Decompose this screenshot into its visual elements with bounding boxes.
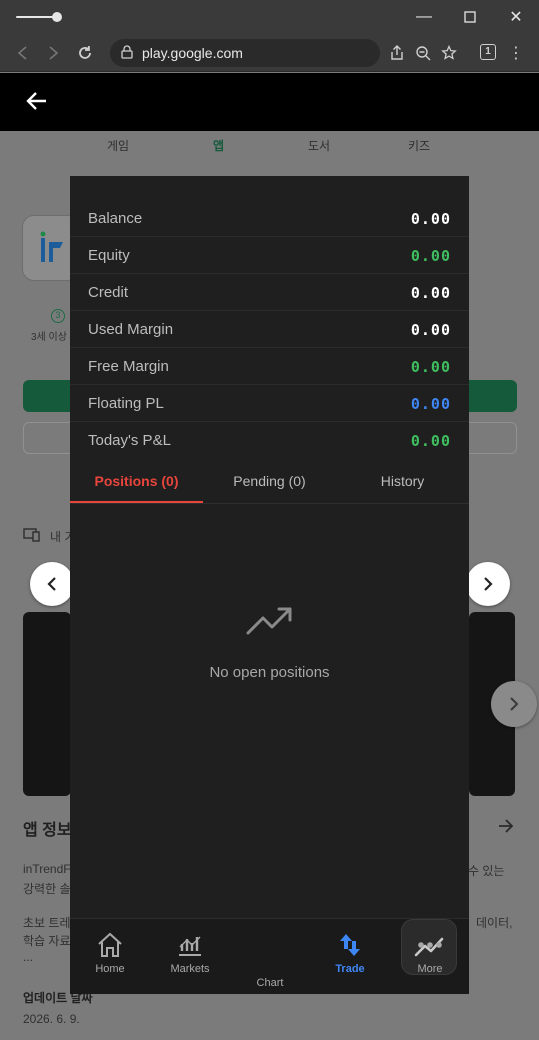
nav-more[interactable]: More xyxy=(390,931,470,991)
description-line-3b: 데이터, xyxy=(476,916,513,930)
tab-pending[interactable]: Pending (0) xyxy=(203,459,336,503)
description-line-2: 강력한 솔 xyxy=(23,882,71,896)
nav-markets-label: Markets xyxy=(170,963,210,975)
minimize-icon[interactable]: — xyxy=(401,0,447,34)
description-line-1b: 수 있는 xyxy=(468,864,505,878)
forward-icon[interactable] xyxy=(40,41,66,65)
nav-home[interactable]: Home xyxy=(70,931,150,991)
tab-games[interactable]: 게임 xyxy=(107,137,129,154)
description-ellipsis: ... xyxy=(23,950,34,964)
share-icon[interactable] xyxy=(384,41,410,65)
slider-knob[interactable] xyxy=(52,12,62,22)
slider-track[interactable] xyxy=(16,16,56,18)
age-rating-icon: 3 xyxy=(51,309,65,323)
bookmark-star-icon[interactable] xyxy=(436,41,462,65)
age-rating-label: 3세 이상 xyxy=(31,332,67,343)
nav-trade[interactable]: Trade xyxy=(310,931,390,991)
bottom-nav: Home Markets Chart Trade More xyxy=(70,918,469,994)
trade-panel: Balance 0.00 Equity 0.00 Credit 0.00 Use… xyxy=(70,176,469,994)
browser-menu-icon[interactable]: ⋮ xyxy=(503,41,529,65)
carousel-prev-button[interactable] xyxy=(30,562,74,606)
tab-apps[interactable]: 앱 xyxy=(213,137,224,154)
markets-icon xyxy=(150,931,230,959)
update-date-value: 2026. 6. 9. xyxy=(23,1012,80,1026)
account-row-equity: Equity 0.00 xyxy=(70,237,469,274)
app-info-arrow-icon[interactable] xyxy=(498,819,514,838)
account-row-balance: Balance 0.00 xyxy=(70,200,469,237)
tab-kids[interactable]: 키즈 xyxy=(408,137,430,154)
nav-markets[interactable]: Markets xyxy=(150,931,230,991)
tab-history[interactable]: History xyxy=(336,459,469,503)
account-label: Today's P&L xyxy=(88,432,171,449)
devices-icon xyxy=(23,528,41,547)
maximize-icon[interactable] xyxy=(447,0,493,34)
account-value: 0.00 xyxy=(410,321,451,339)
account-value: 0.00 xyxy=(410,210,451,228)
tabs-divider xyxy=(70,503,469,504)
description-line-3: 초보 트레 xyxy=(23,916,71,930)
app-info-heading: 앱 정보 xyxy=(23,822,72,839)
nav-chart-label: Chart xyxy=(256,977,284,989)
window-titlebar: — ✕ xyxy=(0,0,539,34)
url-text[interactable]: play.google.com xyxy=(142,45,243,61)
nav-more-label: More xyxy=(417,963,443,975)
address-bar[interactable]: play.google.com xyxy=(110,39,380,67)
scroll-next-button[interactable] xyxy=(491,681,537,727)
description-line-1: inTrendF xyxy=(23,862,71,876)
more-dots-icon xyxy=(390,931,470,959)
account-label: Equity xyxy=(88,247,130,264)
account-label: Floating PL xyxy=(88,395,164,412)
back-arrow-icon[interactable] xyxy=(26,91,48,116)
nav-home-label: Home xyxy=(95,963,125,975)
account-value: 0.00 xyxy=(410,284,451,302)
empty-state-text: No open positions xyxy=(209,664,330,681)
description-line-4: 학습 자료 xyxy=(23,934,71,948)
back-icon[interactable] xyxy=(10,41,36,65)
app-header xyxy=(0,73,539,131)
account-row-credit: Credit 0.00 xyxy=(70,274,469,311)
tab-count-button[interactable]: 1 xyxy=(480,44,496,60)
zoom-icon[interactable] xyxy=(410,41,436,65)
carousel-next-button[interactable] xyxy=(466,562,510,606)
account-value: 0.00 xyxy=(410,358,451,376)
site-info-icon[interactable] xyxy=(120,45,134,64)
nav-chart[interactable]: Chart xyxy=(230,919,457,991)
home-icon xyxy=(70,931,150,959)
account-label: Used Margin xyxy=(88,321,174,338)
reload-icon[interactable] xyxy=(72,41,98,65)
trending-up-icon xyxy=(246,606,294,641)
browser-toolbar: play.google.com 1 ⋮ xyxy=(0,34,539,72)
account-value: 0.00 xyxy=(410,432,451,450)
account-label: Balance xyxy=(88,210,143,227)
trade-arrows-icon xyxy=(310,931,390,959)
account-row-free-margin: Free Margin 0.00 xyxy=(70,348,469,385)
screenshot-thumb-1[interactable] xyxy=(23,612,71,796)
account-row-floating-pl: Floating PL 0.00 xyxy=(70,385,469,422)
account-label: Free Margin xyxy=(88,358,169,375)
account-label: Credit xyxy=(88,284,129,301)
tab-positions[interactable]: Positions (0) xyxy=(70,459,203,503)
nav-trade-label: Trade xyxy=(335,963,365,975)
account-row-todays-pl: Today's P&L 0.00 xyxy=(70,422,469,459)
account-row-used-margin: Used Margin 0.00 xyxy=(70,311,469,348)
account-value: 0.00 xyxy=(410,395,451,413)
account-value: 0.00 xyxy=(410,247,451,265)
tab-books[interactable]: 도서 xyxy=(308,137,330,154)
close-window-icon[interactable]: ✕ xyxy=(493,0,539,34)
